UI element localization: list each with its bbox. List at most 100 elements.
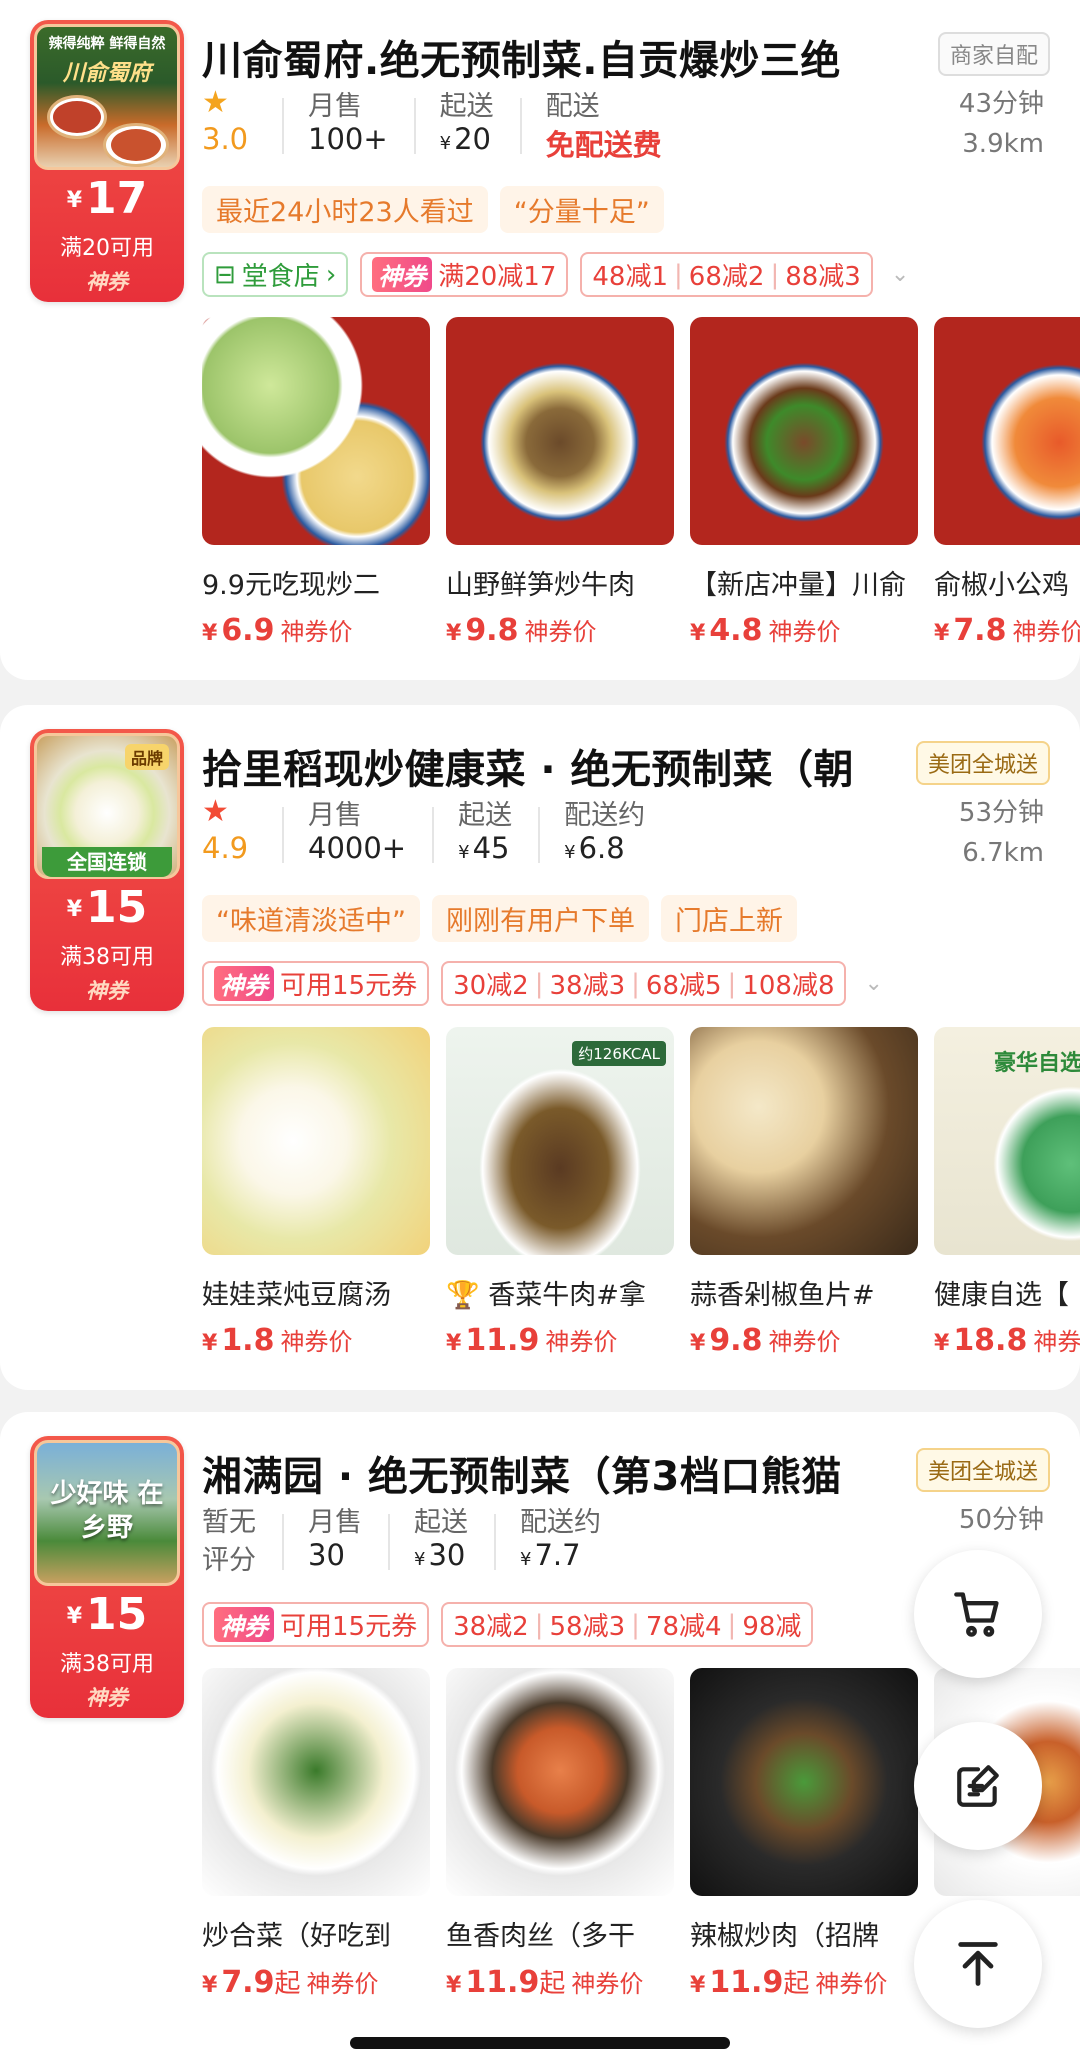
shenquan-tag: 神券: [86, 1686, 128, 1710]
chevron-down-icon[interactable]: ⌄: [864, 971, 882, 996]
food-name: 9.9元吃现炒二: [202, 570, 380, 601]
min-order: 起送 ¥20: [413, 84, 520, 162]
store-thumbnail[interactable]: 少好味 在乡野 ¥15 满38可用 神券: [30, 1436, 184, 1718]
shenquan-coupon[interactable]: 神券 可用15元券: [202, 961, 430, 1006]
food-item[interactable]: 鱼香肉丝（多干 ¥11.9起 神券价: [446, 1668, 674, 2000]
delivery-type-badge: 美团全城送: [915, 741, 1050, 785]
monthly-sales: 月售 100+: [282, 84, 414, 162]
coupon-price: ¥15: [66, 1589, 148, 1640]
store-stats: 暂无 评分 月售 30 起送 ¥30 配送约 ¥7.7: [202, 1500, 627, 1584]
chevron-down-icon[interactable]: ⌄: [891, 262, 909, 287]
food-price: ¥9.8 神券价: [690, 1323, 841, 1358]
food-image: 约126KCAL: [446, 1027, 674, 1255]
food-name: 辣椒炒肉（招牌: [690, 1921, 879, 1952]
highlight-chip: “味道清淡适中”: [202, 895, 420, 942]
food-price: ¥9.8 神券价: [446, 613, 597, 648]
delivery-time-distance: 50分钟: [959, 1500, 1044, 1540]
food-item[interactable]: 豪华自选 健康自选【 ¥18.8神券价: [934, 1027, 1080, 1358]
coupon-condition: 满38可用: [60, 945, 154, 970]
monthly-sales: 月售 30: [282, 1500, 388, 1578]
dine-in-button[interactable]: ⊟ 堂食店 ›: [202, 252, 349, 297]
food-item[interactable]: 炒合菜（好吃到 ¥7.9起 神券价: [202, 1668, 430, 2000]
coupon-price: ¥15: [66, 882, 148, 933]
store-card[interactable]: 品牌 全国连锁 ¥15 满38可用 神券 拾里稻现炒健康菜 · 绝无预制菜（朝 …: [0, 705, 1080, 1390]
shenquan-coupon[interactable]: 神券 满20减17: [360, 252, 569, 297]
cart-icon: [954, 1592, 999, 1637]
food-image: [202, 1668, 430, 1896]
edit-button[interactable]: [914, 1722, 1042, 1850]
logo-brand-name: 少好味 在乡野: [50, 1479, 164, 1543]
distance: 6.7km: [962, 838, 1044, 868]
store-name[interactable]: 拾里稻现炒健康菜 · 绝无预制菜（朝: [202, 737, 892, 795]
back-to-top-button[interactable]: [914, 1900, 1042, 2028]
food-list: 9.9元吃现炒二 ¥6.9 神券价 山野鲜笋炒牛肉 ¥9.8 神券价 【新店冲量】川…: [202, 317, 1080, 648]
back-to-top-icon: [958, 1942, 998, 1986]
food-price: ¥7.8 神券价: [934, 613, 1080, 648]
delivery-type-badge: 美团全城送: [915, 1448, 1050, 1492]
food-item[interactable]: 辣椒炒肉（招牌 ¥11.9起 神券价: [690, 1668, 918, 2000]
food-name: 蒜香剁椒鱼片#: [690, 1280, 875, 1311]
delivery-fee: 配送约 ¥7.7: [494, 1500, 627, 1578]
discount-tiers[interactable]: 30减2 | 38减3 | 68减5 | 108减8: [441, 961, 847, 1006]
delivery-time-distance: 53分钟 6.7km: [959, 793, 1044, 873]
food-item[interactable]: 娃娃菜炖豆腐汤 ¥1.8 神券价: [202, 1027, 430, 1358]
discount-tiers[interactable]: 38减2 | 58减3 | 78减4 | 98减: [441, 1602, 814, 1647]
food-name: 健康自选【: [934, 1280, 1069, 1311]
store-highlights: “味道清淡适中” 刚刚有用户下单 门店上新: [202, 895, 797, 942]
star-icon: ★: [202, 794, 229, 829]
logo-slogan: 辣得纯粹 鲜得自然: [48, 36, 166, 52]
store-name[interactable]: 湘满园 · 绝无预制菜（第3档口熊猫: [202, 1444, 892, 1502]
store-stats: ★ 4.9 月售 4000+ 起送 ¥45 配送约 ¥6.8: [202, 793, 671, 877]
min-order: 起送 ¥45: [432, 793, 538, 871]
rating-score: 3.0: [202, 122, 249, 156]
food-price: ¥1.8 神券价: [202, 1323, 353, 1358]
logo-brand-name: 川俞蜀府: [62, 61, 151, 86]
food-image: [446, 317, 674, 545]
store-card[interactable]: 辣得纯粹 鲜得自然 川俞蜀府 ¥17 满20可用 神券 川俞蜀府.绝无预制菜.自…: [0, 0, 1080, 680]
food-item[interactable]: 蒜香剁椒鱼片# ¥9.8 神券价: [690, 1027, 918, 1358]
food-name: 山野鲜笋炒牛肉: [446, 570, 635, 601]
food-image: [202, 317, 430, 545]
home-indicator[interactable]: [350, 2037, 730, 2049]
food-price: ¥11.9 神券价: [446, 1323, 618, 1358]
store-highlights: 最近24小时23人看过 “分量十足”: [202, 186, 664, 233]
star-icon: ★: [202, 85, 229, 120]
edit-icon: [957, 1765, 999, 1807]
food-price: ¥4.8 神券价: [690, 613, 841, 648]
cart-button[interactable]: [914, 1550, 1042, 1678]
store-stats: ★ 3.0 月售 100+ 起送 ¥20 配送 免配送费: [202, 84, 688, 168]
delivery-fee: 配送 免配送费: [519, 84, 688, 162]
food-image: [690, 1668, 918, 1896]
food-image: [202, 1027, 430, 1255]
delivery-time-distance: 43分钟 3.9km: [959, 84, 1044, 164]
food-item[interactable]: 山野鲜笋炒牛肉 ¥9.8 神券价: [446, 317, 674, 648]
food-price: ¥18.8神券价: [934, 1323, 1080, 1358]
coupon-row[interactable]: 神券 可用15元券 30减2 | 38减3 | 68减5 | 108减8 ⌄: [202, 961, 1060, 1006]
chain-badge: 全国连锁: [42, 847, 172, 877]
min-order: 起送 ¥30: [388, 1500, 494, 1578]
food-name: 娃娃菜炖豆腐汤: [202, 1280, 391, 1311]
delivery-time: 50分钟: [958, 1505, 1044, 1535]
coupon-condition: 满38可用: [60, 1652, 154, 1677]
food-item[interactable]: 9.9元吃现炒二 ¥6.9 神券价: [202, 317, 430, 648]
highlight-chip: 刚刚有用户下单: [431, 895, 649, 942]
highlight-chip: 最近24小时23人看过: [202, 186, 488, 233]
discount-tiers[interactable]: 48减1 | 68减2 | 88减3: [580, 252, 873, 297]
food-list: 娃娃菜炖豆腐汤 ¥1.8 神券价 约126KCAL 🏆 香菜牛肉#拿 ¥11.9 神…: [202, 1027, 1080, 1358]
food-image: [446, 1668, 674, 1896]
rating: ★ 4.9: [202, 793, 282, 871]
food-item[interactable]: 【新店冲量】川俞 ¥4.8 神券价: [690, 317, 918, 648]
store-name[interactable]: 川俞蜀府.绝无预制菜.自贡爆炒三绝: [202, 28, 892, 86]
distance: 3.9km: [962, 129, 1044, 159]
food-item[interactable]: 俞椒小公鸡 ¥7.8 神券价: [934, 317, 1080, 648]
store-thumbnail[interactable]: 辣得纯粹 鲜得自然 川俞蜀府 ¥17 满20可用 神券: [30, 20, 184, 302]
food-name: 俞椒小公鸡: [934, 570, 1069, 601]
shenquan-coupon[interactable]: 神券 可用15元券: [202, 1602, 430, 1647]
rating-score: 4.9: [202, 831, 249, 865]
store-thumbnail[interactable]: 品牌 全国连锁 ¥15 满38可用 神券: [30, 729, 184, 1011]
delivery-type-badge: 商家自配: [937, 32, 1050, 76]
food-price: ¥7.9起 神券价: [202, 1965, 379, 2000]
food-item[interactable]: 约126KCAL 🏆 香菜牛肉#拿 ¥11.9 神券价: [446, 1027, 674, 1358]
coupon-row[interactable]: ⊟ 堂食店 › 神券 满20减17 48减1 | 68减2 | 88减3 ⌄: [202, 252, 1060, 297]
store-logo-image: 辣得纯粹 鲜得自然 川俞蜀府: [34, 24, 180, 170]
